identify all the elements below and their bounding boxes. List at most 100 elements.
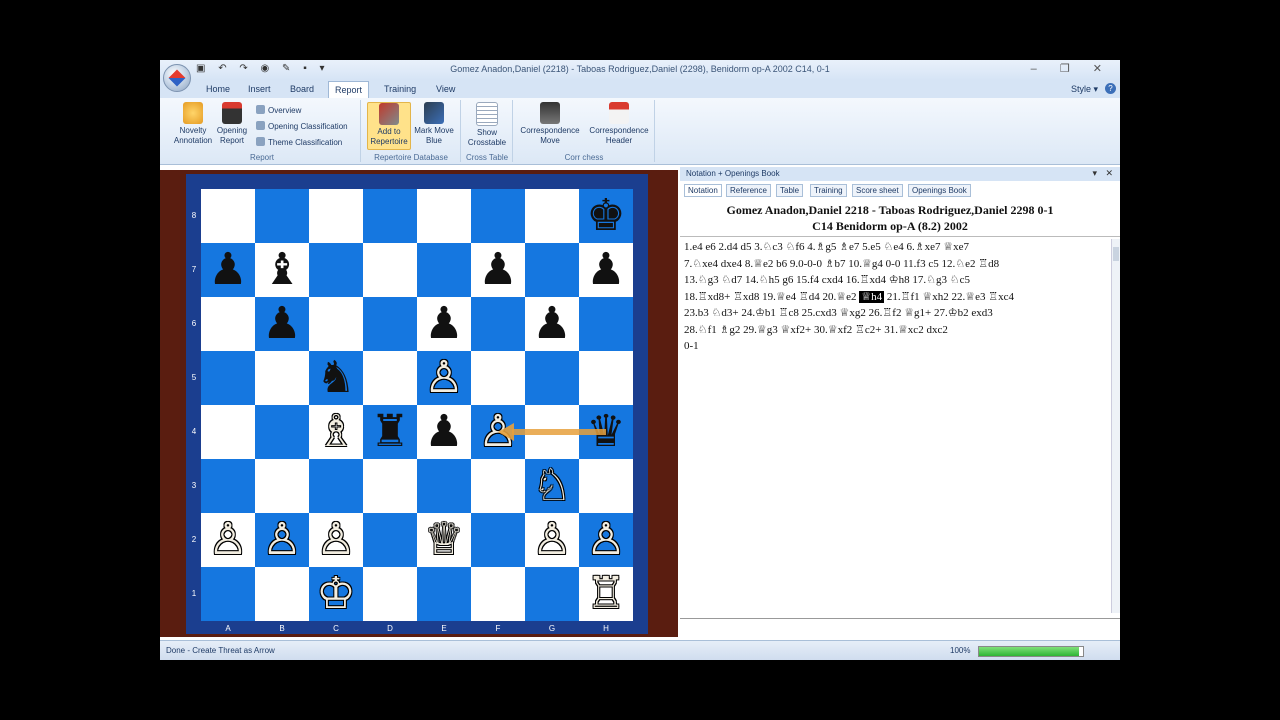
square-a8[interactable] (201, 189, 255, 243)
square-a5[interactable] (201, 351, 255, 405)
square-b1[interactable] (255, 567, 309, 621)
white-rook-h1[interactable]: ♖ (579, 567, 633, 621)
show-crosstable-button[interactable]: Show Crosstable (465, 102, 509, 148)
white-pawn-c2[interactable]: ♙ (309, 513, 363, 567)
square-b8[interactable] (255, 189, 309, 243)
move-line[interactable]: 7.♘xe4 dxe4 8.♕e2 b6 9.0-0-0 ♗b7 10.♕g4 … (684, 256, 1104, 273)
tab-openings-book[interactable]: Openings Book (908, 184, 971, 197)
style-menu[interactable]: Style ▾ (1071, 84, 1098, 95)
tab-board[interactable]: Board (284, 83, 320, 95)
square-d1[interactable] (363, 567, 417, 621)
tab-training-panel[interactable]: Training (810, 184, 847, 197)
white-pawn-b2[interactable]: ♙ (255, 513, 309, 567)
square-g5[interactable] (525, 351, 579, 405)
correspondence-move-button[interactable]: Correspondence Move (516, 102, 584, 146)
square-g1[interactable] (525, 567, 579, 621)
white-pawn-e5[interactable]: ♙ (417, 351, 471, 405)
square-d8[interactable] (363, 189, 417, 243)
black-pawn-a7[interactable]: ♟ (201, 243, 255, 297)
mark-move-blue-button[interactable]: Mark Move Blue (412, 102, 456, 146)
square-b5[interactable] (255, 351, 309, 405)
tab-training[interactable]: Training (378, 83, 422, 95)
tab-home[interactable]: Home (200, 83, 236, 95)
application-orb-button[interactable] (163, 64, 191, 92)
scrollbar-thumb[interactable] (1113, 247, 1119, 261)
tab-score-sheet[interactable]: Score sheet (852, 184, 903, 197)
move-list[interactable]: 1.e4 e6 2.d4 d5 3.♘c3 ♘f6 4.♗g5 ♗e7 5.e5… (684, 239, 1104, 355)
square-f5[interactable] (471, 351, 525, 405)
window-controls[interactable]: – ❐ ✕ (1031, 62, 1112, 75)
move-text[interactable]: 13.♘g3 ♘d7 14.♘h5 g6 15.f4 cxd4 16.♖xd4 … (684, 274, 970, 286)
square-e7[interactable] (417, 243, 471, 297)
square-h3[interactable] (579, 459, 633, 513)
black-knight-c5[interactable]: ♞ (309, 351, 363, 405)
help-icon[interactable]: ? (1105, 83, 1116, 94)
move-text[interactable]: 1.e4 e6 2.d4 d5 3.♘c3 ♘f6 4.♗g5 ♗e7 5.e5… (684, 241, 969, 253)
opening-classification-button[interactable]: Opening Classification (256, 121, 348, 131)
square-e8[interactable] (417, 189, 471, 243)
black-king-h8[interactable]: ♚ (579, 189, 633, 243)
white-king-c1[interactable]: ♔ (309, 567, 363, 621)
black-pawn-e6[interactable]: ♟ (417, 297, 471, 351)
move-line[interactable]: 23.b3 ♘d3+ 24.♔b1 ♖c8 25.cxd3 ♕xg2 26.♖f… (684, 305, 1104, 322)
square-c3[interactable] (309, 459, 363, 513)
square-d7[interactable] (363, 243, 417, 297)
square-b3[interactable] (255, 459, 309, 513)
move-text[interactable]: 23.b3 ♘d3+ 24.♔b1 ♖c8 25.cxd3 ♕xg2 26.♖f… (684, 307, 993, 319)
black-pawn-e4[interactable]: ♟ (417, 405, 471, 459)
white-knight-g3[interactable]: ♘ (525, 459, 579, 513)
move-text[interactable]: 21.♖f1 ♕xh2 22.♕e3 ♖xc4 (884, 291, 1014, 303)
correspondence-header-button[interactable]: Correspondence Header (586, 102, 652, 146)
square-a4[interactable] (201, 405, 255, 459)
square-e1[interactable] (417, 567, 471, 621)
square-f1[interactable] (471, 567, 525, 621)
move-line[interactable]: 1.e4 e6 2.d4 d5 3.♘c3 ♘f6 4.♗g5 ♗e7 5.e5… (684, 239, 1104, 256)
move-text[interactable]: 7.♘xe4 dxe4 8.♕e2 b6 9.0-0-0 ♗b7 10.♕g4 … (684, 258, 999, 270)
square-e3[interactable] (417, 459, 471, 513)
notation-scrollbar[interactable] (1111, 239, 1120, 613)
square-c6[interactable] (309, 297, 363, 351)
theme-classification-button[interactable]: Theme Classification (256, 137, 342, 147)
square-a6[interactable] (201, 297, 255, 351)
square-f6[interactable] (471, 297, 525, 351)
move-line[interactable]: 28.♘f1 ♗g2 29.♕g3 ♕xf2+ 30.♕xf2 ♖c2+ 31.… (684, 322, 1104, 339)
tab-reference[interactable]: Reference (726, 184, 771, 197)
zoom-level[interactable]: 100% (950, 646, 970, 655)
square-c8[interactable] (309, 189, 363, 243)
minimize-button[interactable]: – (1031, 63, 1047, 75)
move-text[interactable]: 28.♘f1 ♗g2 29.♕g3 ♕xf2+ 30.♕xf2 ♖c2+ 31.… (684, 324, 948, 336)
maximize-button[interactable]: ❐ (1060, 63, 1080, 75)
current-move[interactable]: ♕h4 (859, 290, 885, 303)
tab-table[interactable]: Table (776, 184, 804, 197)
panel-controls[interactable]: ▾ ✕ (1092, 168, 1116, 179)
tab-view[interactable]: View (430, 83, 461, 95)
square-c7[interactable] (309, 243, 363, 297)
opening-report-button[interactable]: Opening Report (214, 102, 250, 146)
square-f3[interactable] (471, 459, 525, 513)
square-g8[interactable] (525, 189, 579, 243)
move-line[interactable]: 13.♘g3 ♘d7 14.♘h5 g6 15.f4 cxd4 16.♖xd4 … (684, 272, 1104, 289)
square-d5[interactable] (363, 351, 417, 405)
square-h5[interactable] (579, 351, 633, 405)
white-pawn-a2[interactable]: ♙ (201, 513, 255, 567)
square-h6[interactable] (579, 297, 633, 351)
tab-report[interactable]: Report (328, 81, 370, 98)
close-button[interactable]: ✕ (1093, 63, 1112, 75)
square-d3[interactable] (363, 459, 417, 513)
add-to-repertoire-button[interactable]: Add to Repertoire (367, 102, 411, 150)
white-queen-e2[interactable]: ♕ (417, 513, 471, 567)
square-a1[interactable] (201, 567, 255, 621)
black-rook-d4[interactable]: ♜ (363, 405, 417, 459)
novelty-annotation-button[interactable]: Novelty Annotation (172, 102, 214, 146)
square-d2[interactable] (363, 513, 417, 567)
move-text[interactable]: 18.♖xd8+ ♖xd8 19.♕e4 ♖d4 20.♕e2 (684, 291, 859, 303)
white-bishop-c4[interactable]: ♗ (309, 405, 363, 459)
square-f8[interactable] (471, 189, 525, 243)
black-bishop-b7[interactable]: ♝ (255, 243, 309, 297)
move-line[interactable]: 18.♖xd8+ ♖xd8 19.♕e4 ♖d4 20.♕e2 ♕h4 21.♖… (684, 289, 1104, 306)
tab-notation[interactable]: Notation (684, 184, 722, 197)
tab-insert[interactable]: Insert (242, 83, 277, 95)
square-a3[interactable] (201, 459, 255, 513)
black-pawn-g6[interactable]: ♟ (525, 297, 579, 351)
black-pawn-h7[interactable]: ♟ (579, 243, 633, 297)
